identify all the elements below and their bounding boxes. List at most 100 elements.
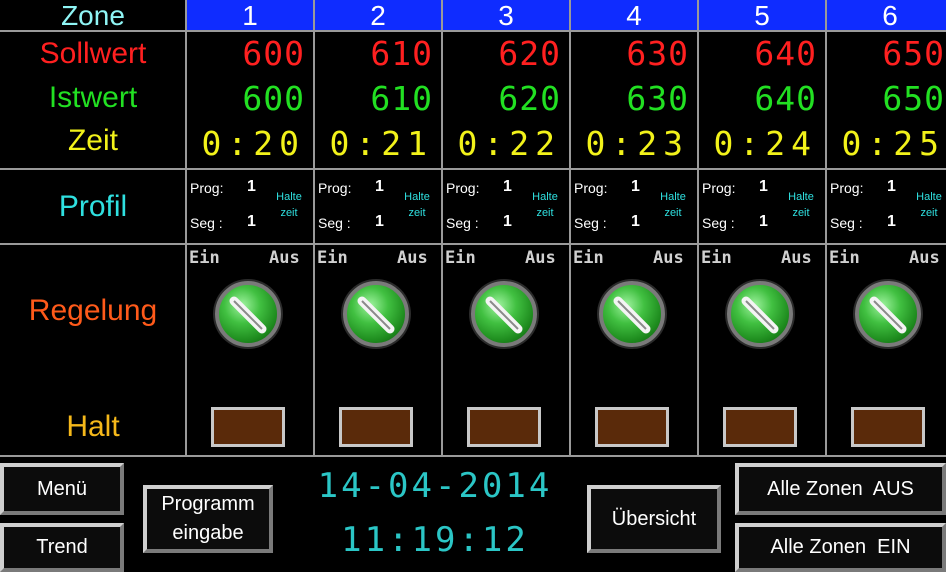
haltezeit-label: Halte zeit [788,191,814,219]
alle-zonen-ein-label: Alle Zonen EIN [770,536,911,558]
sollwert-value: 610 [370,34,433,73]
prog-value: 1 [247,178,256,195]
seg-label: Seg : [574,215,607,231]
regelung-switch[interactable] [727,281,793,347]
ein-label: Ein [701,248,732,268]
prog-value: 1 [759,178,768,195]
programm-eingabe-button[interactable]: Programm eingabe [143,485,273,553]
switch-lever-icon [613,296,651,334]
grid-line [569,0,571,457]
ein-label: Ein [573,248,604,268]
sollwert-value: 640 [754,34,817,73]
zone-header-5: 5 [699,0,825,31]
switch-lever-icon [357,296,395,334]
trend-button[interactable]: Trend [0,523,124,572]
regelung-switch[interactable] [471,281,537,347]
aus-label: Aus [269,248,300,268]
grid-line [0,168,946,170]
istwert-value: 600 [242,79,305,118]
zeit-value: 0:25 [841,124,945,163]
aus-label: Aus [397,248,428,268]
grid-line [0,30,946,32]
programm-button-line1: Programm [161,493,255,515]
switch-lever-icon [485,296,523,334]
seg-value: 1 [759,213,768,230]
regelung-label: Regelung [28,294,158,327]
sollwert-value: 620 [498,34,561,73]
istwert-label: Istwert [48,81,138,114]
halt-button[interactable] [467,407,541,447]
trend-button-label: Trend [36,536,88,558]
prog-label: Prog: [318,180,352,196]
aus-label: Aus [653,248,684,268]
halt-label: Halt [66,410,120,443]
switch-lever-icon [741,296,779,334]
ein-label: Ein [317,248,348,268]
programm-button-line2: eingabe [172,522,244,544]
prog-value: 1 [631,178,640,195]
zeit-value: 0:20 [201,124,305,163]
grid-line [0,455,946,457]
prog-label: Prog: [830,180,864,196]
halt-button[interactable] [851,407,925,447]
zone-header-2: 2 [315,0,441,31]
regelung-switch[interactable] [343,281,409,347]
haltezeit-label: Halte zeit [404,191,430,219]
halt-button[interactable] [211,407,285,447]
time-display: 11:19:12 [341,520,529,560]
alle-zonen-aus-button[interactable]: Alle Zonen AUS [735,463,946,515]
haltezeit-label: Halte zeit [276,191,302,219]
zeit-value: 0:22 [457,124,561,163]
halt-button[interactable] [339,407,413,447]
istwert-value: 610 [370,79,433,118]
seg-label: Seg : [318,215,351,231]
aus-label: Aus [525,248,556,268]
zone-header-4: 4 [571,0,697,31]
seg-value: 1 [887,213,896,230]
seg-label: Seg : [190,215,223,231]
grid-line [441,0,443,457]
switch-lever-icon [869,296,907,334]
prog-label: Prog: [702,180,736,196]
regelung-switch[interactable] [855,281,921,347]
istwert-value: 650 [882,79,945,118]
seg-value: 1 [247,213,256,230]
halt-button[interactable] [595,407,669,447]
zeit-value: 0:21 [329,124,433,163]
seg-label: Seg : [830,215,863,231]
zone-header-label: Zone [61,0,125,31]
seg-value: 1 [375,213,384,230]
date-display: 14-04-2014 [317,466,553,506]
zone-header-3: 3 [443,0,569,31]
halt-button[interactable] [723,407,797,447]
zeit-value: 0:23 [585,124,689,163]
zeit-value: 0:24 [713,124,817,163]
ein-label: Ein [445,248,476,268]
prog-value: 1 [503,178,512,195]
prog-value: 1 [887,178,896,195]
alle-zonen-ein-button[interactable]: Alle Zonen EIN [735,523,946,572]
aus-label: Aus [781,248,812,268]
seg-label: Seg : [702,215,735,231]
grid-line [0,243,946,245]
sollwert-value: 630 [626,34,689,73]
prog-value: 1 [375,178,384,195]
istwert-value: 630 [626,79,689,118]
uebersicht-button[interactable]: Übersicht [587,485,721,553]
zone-header-1: 1 [187,0,313,31]
grid-line [185,0,187,457]
istwert-value: 620 [498,79,561,118]
menu-button[interactable]: Menü [0,463,124,515]
switch-lever-icon [229,296,267,334]
menu-button-label: Menü [36,477,88,500]
regelung-switch[interactable] [599,281,665,347]
aus-label: Aus [909,248,940,268]
haltezeit-label: Halte zeit [532,191,558,219]
zone-header-6: 6 [827,0,946,31]
istwert-value: 640 [754,79,817,118]
regelung-switch[interactable] [215,281,281,347]
prog-label: Prog: [446,180,480,196]
seg-value: 1 [503,213,512,230]
sollwert-value: 650 [882,34,945,73]
profil-label: Profil [58,190,128,223]
